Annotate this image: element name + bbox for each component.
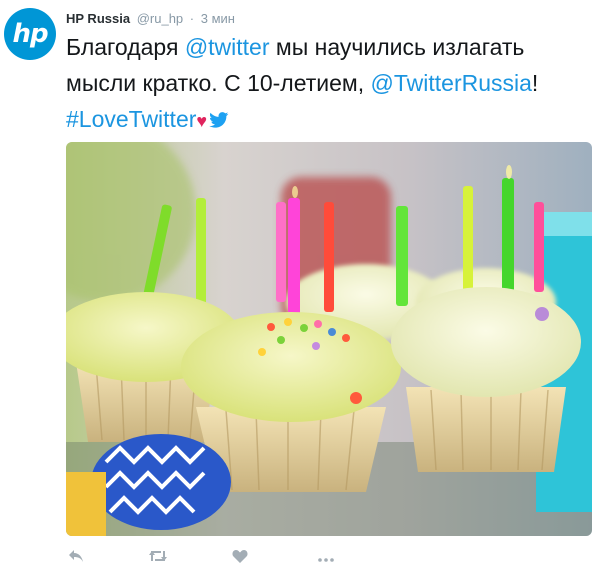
- reply-button[interactable]: [66, 548, 86, 568]
- hp-logo: hp: [12, 19, 48, 49]
- tweet-text: Благодаря @twitter мы научились излагать…: [66, 29, 586, 139]
- timestamp[interactable]: 3 мин: [201, 11, 235, 26]
- tweet-photo[interactable]: [66, 142, 592, 536]
- reply-icon: [68, 549, 84, 568]
- author-name[interactable]: HP Russia: [66, 11, 130, 26]
- retweet-icon: [148, 549, 168, 568]
- like-icon: [232, 549, 248, 568]
- separator-dot: ·: [189, 11, 195, 26]
- hashtag-lovetwitter-link[interactable]: #LoveTwitter: [66, 106, 196, 132]
- mention-twitterrussia-link[interactable]: @TwitterRussia: [371, 70, 532, 96]
- twitter-bird-icon: [209, 102, 229, 138]
- tweet-actions: [66, 548, 366, 570]
- avatar[interactable]: hp: [4, 8, 56, 60]
- heart-emoji-icon: ♥: [196, 111, 208, 131]
- text-segment: !: [531, 70, 539, 96]
- retweet-button[interactable]: [148, 548, 168, 568]
- tweet-header: HP Russia @ru_hp · 3 мин: [66, 11, 235, 26]
- cupcakes-photo-image: [66, 142, 592, 536]
- author-handle[interactable]: @ru_hp: [137, 11, 183, 26]
- text-segment: Благодаря: [66, 34, 185, 60]
- more-button[interactable]: [316, 548, 336, 568]
- mention-twitter-link[interactable]: @twitter: [185, 34, 270, 60]
- like-button[interactable]: [230, 548, 250, 568]
- more-icon: [318, 549, 334, 567]
